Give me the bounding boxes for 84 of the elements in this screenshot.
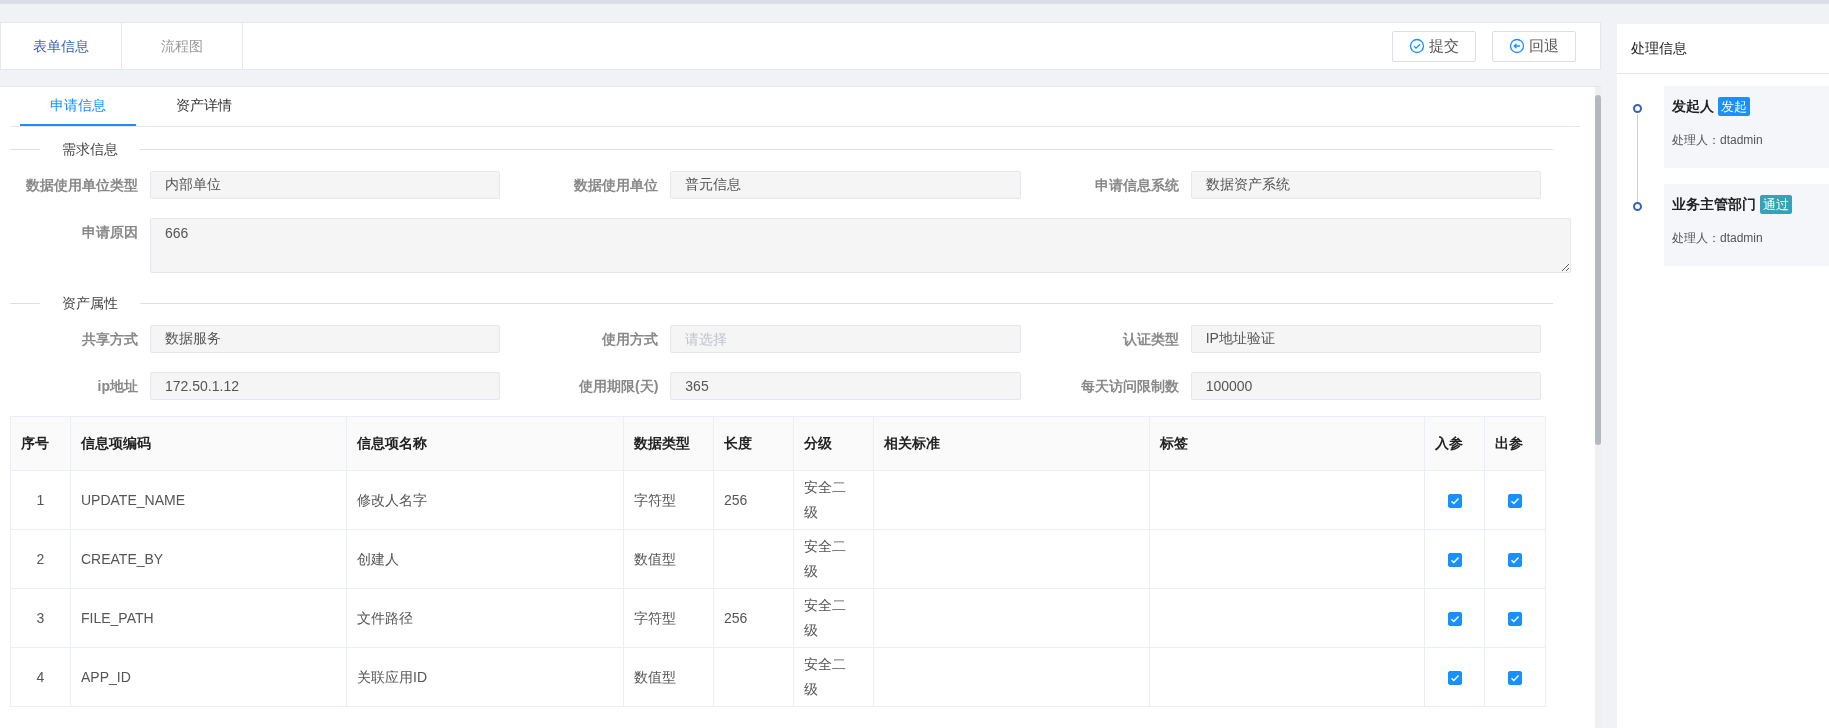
table-cell: 4: [36, 668, 45, 685]
column-header: 相关标准: [873, 416, 1150, 471]
check-icon: [1449, 613, 1460, 624]
input-field[interactable]: 数据资产系统: [1190, 171, 1541, 199]
column-header: 数据类型: [623, 416, 714, 471]
column-header: 分级: [793, 416, 874, 471]
checkbox[interactable]: [1447, 670, 1462, 685]
column-header: 出参: [1484, 416, 1546, 471]
table-cell-text: 安全二级: [804, 537, 847, 581]
section-title: 需求信息: [61, 139, 119, 159]
table-cell: 创建人: [357, 550, 399, 567]
check-icon: [1449, 672, 1460, 683]
column-header: 入参: [1424, 416, 1485, 471]
checkbox[interactable]: [1447, 552, 1462, 567]
field-label: 数据使用单位类型: [25, 176, 139, 195]
table-cell: 关联应用ID: [357, 668, 427, 685]
field-label: 使用方式: [601, 330, 660, 349]
check-icon: [1510, 495, 1520, 506]
checkbox[interactable]: [1508, 552, 1522, 567]
table-cell: 字符型: [634, 609, 676, 626]
field-label: 申请信息系统: [1093, 176, 1180, 195]
field-label: 每天访问限制数: [1079, 377, 1180, 396]
check-icon: [1449, 554, 1460, 565]
check-icon: [1510, 613, 1520, 624]
step-title: 发起人: [1672, 97, 1714, 116]
column-header: 序号: [10, 416, 71, 471]
table-cell: APP_ID: [81, 668, 131, 685]
back-button[interactable]: 回退: [1492, 30, 1576, 62]
table-cell: 数值型: [634, 550, 676, 567]
table-cell: 1: [36, 491, 45, 508]
handler-text: 处理人：dtadmin: [1672, 132, 1764, 149]
timeline-dot: [1633, 202, 1642, 211]
panel-title: 处理信息: [1617, 22, 1829, 74]
input-field[interactable]: IP地址验证: [1190, 325, 1541, 353]
arrow-circle-icon: [1509, 38, 1525, 54]
field-label: 申请原因: [81, 223, 139, 242]
checkbox[interactable]: [1508, 670, 1522, 685]
table-cell: 256: [724, 491, 748, 508]
input-field[interactable]: 内部单位: [150, 171, 501, 199]
checkbox[interactable]: [1508, 493, 1522, 508]
column-header: 信息项编码: [70, 416, 347, 471]
input-field[interactable]: 普元信息: [670, 171, 1021, 199]
check-icon: [1510, 554, 1520, 565]
timeline-dot: [1633, 104, 1642, 113]
check-circle-icon: [1409, 38, 1425, 54]
table-cell-text: 安全二级: [804, 596, 847, 640]
field-label: ip地址: [96, 377, 139, 396]
input-field[interactable]: 172.50.1.12: [150, 372, 501, 400]
field-label: 使用期限(天): [578, 377, 660, 396]
table-cell: UPDATE_NAME: [81, 491, 185, 508]
table-cell: FILE_PATH: [81, 609, 154, 626]
column-header: 长度: [713, 416, 794, 471]
table-cell: 3: [36, 609, 45, 626]
input-field[interactable]: 365: [670, 372, 1021, 400]
table-cell: 字符型: [634, 491, 676, 508]
checkbox[interactable]: [1447, 611, 1462, 626]
table-cell: 256: [724, 609, 748, 626]
field-label: 认证类型: [1121, 330, 1180, 349]
checkbox[interactable]: [1508, 611, 1522, 626]
text-area[interactable]: 666: [150, 218, 1571, 273]
section-tab[interactable]: 资产详情: [146, 87, 262, 126]
table-cell: 修改人名字: [357, 491, 427, 508]
section-title: 资产属性: [61, 293, 119, 313]
table-cell: 数值型: [634, 668, 676, 685]
checkbox[interactable]: [1447, 493, 1462, 508]
handler-text: 处理人：dtadmin: [1672, 230, 1764, 247]
column-header: 信息项名称: [346, 416, 624, 471]
table-cell-text: 安全二级: [804, 655, 847, 699]
table-cell-text: 安全二级: [804, 478, 847, 522]
table-cell: 2: [36, 550, 45, 567]
field-label: 数据使用单位: [573, 176, 660, 195]
column-header: 标签: [1149, 416, 1425, 471]
submit-button[interactable]: 提交: [1392, 30, 1476, 62]
step-title: 业务主管部门: [1672, 195, 1756, 214]
status-tag: 发起: [1718, 96, 1750, 117]
status-tag: 通过: [1760, 194, 1792, 215]
field-label: 共享方式: [81, 330, 139, 349]
check-icon: [1510, 672, 1520, 683]
table-cell: 文件路径: [357, 609, 413, 626]
scrollbar[interactable]: [1595, 87, 1601, 728]
input-field[interactable]: 100000: [1190, 372, 1541, 400]
input-field[interactable]: 数据服务: [150, 325, 501, 353]
check-icon: [1449, 495, 1460, 506]
table-cell: CREATE_BY: [81, 550, 164, 567]
